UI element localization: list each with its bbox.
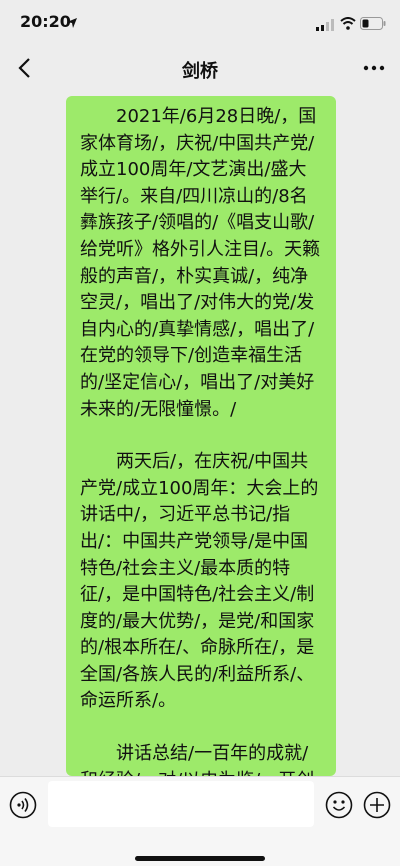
more-dots-icon[interactable] xyxy=(358,56,390,80)
wifi-icon xyxy=(340,15,356,34)
message-paragraph: 2021年/6月28日晚/，国家体育场/，庆祝/中国共产党/成立100周年/文艺… xyxy=(80,106,321,420)
emoji-icon[interactable] xyxy=(324,790,354,820)
voice-icon[interactable] xyxy=(8,790,38,820)
battery-icon xyxy=(360,15,386,34)
message-input[interactable] xyxy=(48,781,314,827)
plus-icon[interactable] xyxy=(362,790,392,820)
chat-title: 剑桥 xyxy=(182,61,218,82)
message-paragraph: 讲话总结/一百年的成就/和经验/，对/以史为鉴/、开创未来/提出了/九个方面的要… xyxy=(80,743,314,776)
signal-icon xyxy=(316,16,336,35)
status-time: 20:20 xyxy=(20,12,71,31)
location-arrow-icon xyxy=(66,14,78,33)
message-paragraph: 两天后/，在庆祝/中国共产党/成立100周年：大会上的讲话中/，习近平总书记/指… xyxy=(80,451,319,712)
message-bubble[interactable]: 2021年/6月28日晚/，国家体育场/，庆祝/中国共产党/成立100周年/文艺… xyxy=(66,96,336,776)
chat-header: 剑桥 xyxy=(0,44,400,92)
home-indicator xyxy=(135,856,265,861)
input-bar xyxy=(0,776,400,866)
status-bar: 20:20 xyxy=(0,0,400,44)
